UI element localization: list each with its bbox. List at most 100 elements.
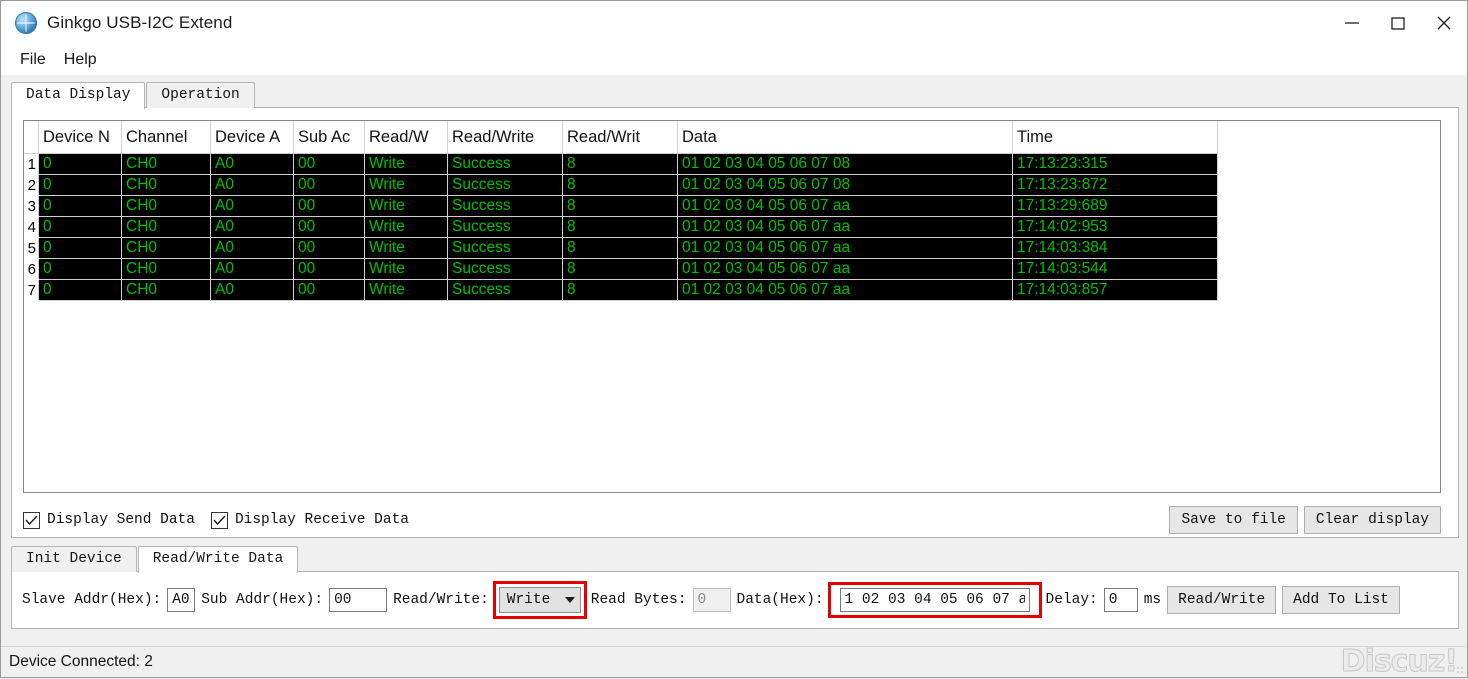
- column-header-readwrite-length[interactable]: Read/Writ: [562, 121, 678, 154]
- slave-addr-label: Slave Addr(Hex):: [22, 592, 162, 608]
- cell-readwrite: Write: [364, 195, 448, 217]
- discuz-watermark: Discuz!: [1340, 644, 1458, 679]
- table-row[interactable]: 4 0 CH0 A0 00 Write Success 8 01 02 03 0…: [24, 216, 1218, 238]
- cell-device-number: 0: [38, 258, 122, 280]
- data-hex-input[interactable]: [839, 588, 1030, 612]
- tab-read-write-data[interactable]: Read/Write Data: [137, 546, 299, 573]
- column-header-device-addr[interactable]: Device A: [210, 121, 294, 154]
- cell-channel: CH0: [121, 174, 211, 196]
- delay-input[interactable]: [1103, 588, 1138, 612]
- read-write-pane: Slave Addr(Hex): Sub Addr(Hex): Read/Wri…: [11, 571, 1459, 629]
- cell-time: 17:14:02:953: [1012, 216, 1218, 238]
- tab-init-device[interactable]: Init Device: [11, 546, 137, 572]
- window-controls: [1329, 1, 1467, 45]
- save-to-file-button[interactable]: Save to file: [1169, 506, 1298, 534]
- add-to-list-button[interactable]: Add To List: [1282, 586, 1400, 614]
- checkbox-display-send-data[interactable]: Display Send Data: [23, 511, 195, 529]
- application-window: Ginkgo USB-I2C Extend File Help Data Dis…: [0, 0, 1468, 679]
- cell-sub-addr: 00: [293, 216, 365, 238]
- row-number: 7: [24, 279, 39, 301]
- table-row[interactable]: 3 0 CH0 A0 00 Write Success 8 01 02 03 0…: [24, 195, 1218, 217]
- cell-channel: CH0: [121, 279, 211, 301]
- column-header-sub-addr[interactable]: Sub Ac: [293, 121, 365, 154]
- read-write-dropdown[interactable]: Write: [498, 587, 581, 613]
- cell-device-addr: A0: [210, 216, 294, 238]
- cell-device-addr: A0: [210, 237, 294, 259]
- checkmark-icon: [210, 511, 228, 529]
- read-write-button[interactable]: Read/Write: [1167, 586, 1277, 614]
- clear-display-button[interactable]: Clear display: [1303, 506, 1441, 534]
- cell-data: 01 02 03 04 05 06 07 aa: [677, 279, 1013, 301]
- tab-operation[interactable]: Operation: [146, 82, 255, 108]
- row-number: 4: [24, 216, 39, 238]
- column-header-device-number[interactable]: Device N: [38, 121, 122, 154]
- chevron-down-icon: [564, 597, 575, 603]
- row-number: 5: [24, 237, 39, 259]
- cell-channel: CH0: [121, 216, 211, 238]
- watermark-dots-icon: [1456, 666, 1465, 675]
- cell-data: 01 02 03 04 05 06 07 aa: [677, 195, 1013, 217]
- table-body: 1 0 CH0 A0 00 Write Success 8 01 02 03 0…: [24, 153, 1218, 301]
- checkbox-display-receive-data[interactable]: Display Receive Data: [210, 511, 409, 529]
- maximize-icon[interactable]: [1375, 1, 1421, 45]
- cell-data: 01 02 03 04 05 06 07 aa: [677, 237, 1013, 259]
- cell-sub-addr: 00: [293, 237, 365, 259]
- minimize-icon[interactable]: [1329, 1, 1375, 45]
- cell-readwrite: Write: [364, 174, 448, 196]
- checkbox-label-send: Display Send Data: [47, 512, 195, 528]
- cell-length: 8: [562, 195, 678, 217]
- table-row[interactable]: 1 0 CH0 A0 00 Write Success 8 01 02 03 0…: [24, 153, 1218, 175]
- cell-time: 17:13:23:315: [1012, 153, 1218, 175]
- table-row[interactable]: 2 0 CH0 A0 00 Write Success 8 01 02 03 0…: [24, 174, 1218, 196]
- read-write-highlight-box: Write: [492, 581, 587, 619]
- cell-device-number: 0: [38, 237, 122, 259]
- close-icon[interactable]: [1421, 1, 1467, 45]
- column-header-readwrite-result[interactable]: Read/Write: [447, 121, 563, 154]
- read-bytes-input[interactable]: [692, 588, 731, 612]
- tab-data-display[interactable]: Data Display: [11, 82, 146, 109]
- cell-device-addr: A0: [210, 258, 294, 280]
- cell-sub-addr: 00: [293, 279, 365, 301]
- cell-result: Success: [447, 195, 563, 217]
- cell-channel: CH0: [121, 195, 211, 217]
- cell-length: 8: [562, 174, 678, 196]
- cell-data: 01 02 03 04 05 06 07 aa: [677, 258, 1013, 280]
- display-buttons-group: Save to file Clear display: [1163, 506, 1441, 534]
- bottom-tab-row: Init Device Read/Write Data: [11, 545, 1459, 573]
- cell-sub-addr: 00: [293, 195, 365, 217]
- table-row[interactable]: 7 0 CH0 A0 00 Write Success 8 01 02 03 0…: [24, 279, 1218, 301]
- cell-result: Success: [447, 174, 563, 196]
- status-bar: Device Connected: 2 Discuz!: [1, 644, 1467, 679]
- column-header-data[interactable]: Data: [677, 121, 1013, 154]
- delay-unit-label: ms: [1143, 592, 1162, 608]
- read-bytes-label: Read Bytes:: [590, 592, 687, 608]
- table-row[interactable]: 5 0 CH0 A0 00 Write Success 8 01 02 03 0…: [24, 237, 1218, 259]
- cell-time: 17:14:03:857: [1012, 279, 1218, 301]
- table-row[interactable]: 6 0 CH0 A0 00 Write Success 8 01 02 03 0…: [24, 258, 1218, 280]
- column-header-time[interactable]: Time: [1012, 121, 1218, 154]
- cell-length: 8: [562, 216, 678, 238]
- data-table-container[interactable]: Device N Channel Device A Sub Ac Read/W …: [23, 120, 1441, 493]
- sub-addr-input[interactable]: [329, 588, 388, 612]
- cell-time: 17:13:29:689: [1012, 195, 1218, 217]
- cell-readwrite: Write: [364, 279, 448, 301]
- menu-item-file[interactable]: File: [11, 48, 55, 72]
- cell-sub-addr: 00: [293, 258, 365, 280]
- column-header-readwrite[interactable]: Read/W: [364, 121, 448, 154]
- cell-time: 17:14:03:384: [1012, 237, 1218, 259]
- cell-readwrite: Write: [364, 216, 448, 238]
- data-table: Device N Channel Device A Sub Ac Read/W …: [24, 121, 1218, 301]
- cell-device-addr: A0: [210, 195, 294, 217]
- cell-length: 8: [562, 258, 678, 280]
- slave-addr-input[interactable]: [167, 588, 196, 612]
- cell-device-number: 0: [38, 153, 122, 175]
- cell-result: Success: [447, 258, 563, 280]
- cell-time: 17:13:23:872: [1012, 174, 1218, 196]
- cell-readwrite: Write: [364, 237, 448, 259]
- cell-channel: CH0: [121, 258, 211, 280]
- cell-result: Success: [447, 153, 563, 175]
- row-number: 2: [24, 174, 39, 196]
- menu-item-help[interactable]: Help: [55, 48, 106, 72]
- column-header-channel[interactable]: Channel: [121, 121, 211, 154]
- cell-device-number: 0: [38, 279, 122, 301]
